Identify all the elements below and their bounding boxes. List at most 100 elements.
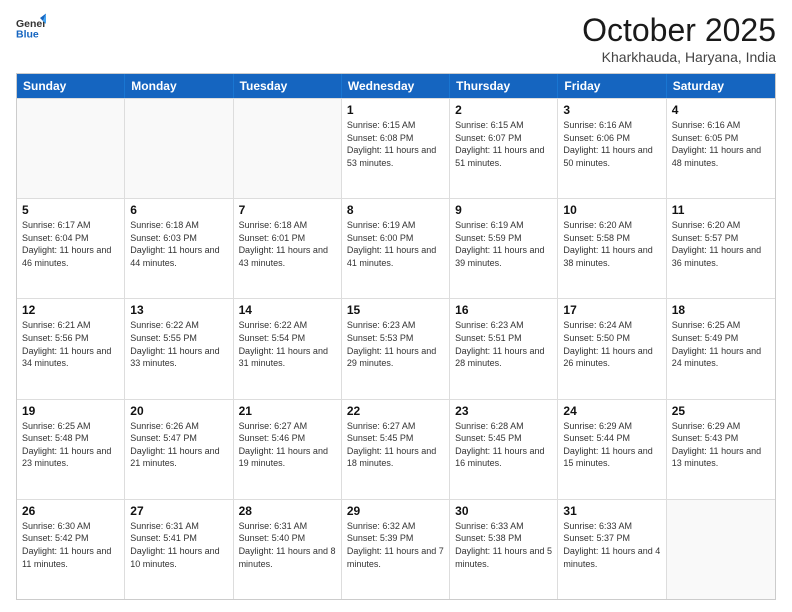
day-cell-9: 9 Sunrise: 6:19 AM Sunset: 5:59 PM Daylig… <box>450 199 558 298</box>
day-number: 21 <box>239 404 336 418</box>
day-cell-14: 14Sunrise: 6:22 AM Sunset: 5:54 PM Dayli… <box>234 299 342 398</box>
day-cell-18: 18 Sunrise: 6:25 AM Sunset: 5:49 PM Dayli… <box>667 299 775 398</box>
day-number: 13 <box>130 303 227 317</box>
empty-cell-0-1 <box>125 99 233 198</box>
day-cell-7: 7 Sunrise: 6:18 AM Sunset: 6:01 PM Daylig… <box>234 199 342 298</box>
day-cell-16: 16Sunrise: 6:23 AM Sunset: 5:51 PM Dayli… <box>450 299 558 398</box>
day-cell-5: 5Sunrise: 6:17 AM Sunset: 6:04 PM Daylig… <box>17 199 125 298</box>
day-info: Sunrise: 6:23 AM Sunset: 5:53 PM Dayligh… <box>347 319 444 369</box>
title-area: October 2025 Kharkhauda, Haryana, India <box>582 12 776 65</box>
day-number: 1 <box>347 103 444 117</box>
day-number: 16 <box>455 303 552 317</box>
day-cell-12: 12 Sunrise: 6:21 AM Sunset: 5:56 PM Dayli… <box>17 299 125 398</box>
weekday-friday: Friday <box>558 74 666 98</box>
day-info: Sunrise: 6:19 AM Sunset: 5:59 PM Dayligh… <box>455 219 552 269</box>
day-number: 15 <box>347 303 444 317</box>
day-info: Sunrise: 6:22 AM Sunset: 5:55 PM Dayligh… <box>130 319 227 369</box>
day-number: 3 <box>563 103 660 117</box>
day-number: 27 <box>130 504 227 518</box>
empty-cell-0-0 <box>17 99 125 198</box>
day-info: Sunrise: 6:29 AM Sunset: 5:44 PM Dayligh… <box>563 420 660 470</box>
week-row-2: 5Sunrise: 6:17 AM Sunset: 6:04 PM Daylig… <box>17 198 775 298</box>
header: General Blue October 2025 Kharkhauda, Ha… <box>16 12 776 65</box>
weekday-sunday: Sunday <box>17 74 125 98</box>
day-number: 18 <box>672 303 770 317</box>
weekday-thursday: Thursday <box>450 74 558 98</box>
day-cell-29: 29Sunrise: 6:32 AM Sunset: 5:39 PM Dayli… <box>342 500 450 599</box>
day-info: Sunrise: 6:28 AM Sunset: 5:45 PM Dayligh… <box>455 420 552 470</box>
week-row-1: 1 Sunrise: 6:15 AM Sunset: 6:08 PM Daylig… <box>17 98 775 198</box>
day-info: Sunrise: 6:30 AM Sunset: 5:42 PM Dayligh… <box>22 520 119 570</box>
day-number: 10 <box>563 203 660 217</box>
day-cell-30: 30 Sunrise: 6:33 AM Sunset: 5:38 PM Dayli… <box>450 500 558 599</box>
day-info: Sunrise: 6:16 AM Sunset: 6:05 PM Dayligh… <box>672 119 770 169</box>
week-row-5: 26 Sunrise: 6:30 AM Sunset: 5:42 PM Dayli… <box>17 499 775 599</box>
day-cell-22: 22 Sunrise: 6:27 AM Sunset: 5:45 PM Dayli… <box>342 400 450 499</box>
day-info: Sunrise: 6:16 AM Sunset: 6:06 PM Dayligh… <box>563 119 660 169</box>
day-cell-1: 1 Sunrise: 6:15 AM Sunset: 6:08 PM Daylig… <box>342 99 450 198</box>
day-number: 23 <box>455 404 552 418</box>
day-cell-27: 27 Sunrise: 6:31 AM Sunset: 5:41 PM Dayli… <box>125 500 233 599</box>
day-cell-31: 31 Sunrise: 6:33 AM Sunset: 5:37 PM Dayli… <box>558 500 666 599</box>
day-cell-26: 26 Sunrise: 6:30 AM Sunset: 5:42 PM Dayli… <box>17 500 125 599</box>
day-info: Sunrise: 6:18 AM Sunset: 6:01 PM Dayligh… <box>239 219 336 269</box>
day-cell-8: 8Sunrise: 6:19 AM Sunset: 6:00 PM Daylig… <box>342 199 450 298</box>
day-info: Sunrise: 6:33 AM Sunset: 5:37 PM Dayligh… <box>563 520 660 570</box>
day-info: Sunrise: 6:20 AM Sunset: 5:57 PM Dayligh… <box>672 219 770 269</box>
day-info: Sunrise: 6:25 AM Sunset: 5:48 PM Dayligh… <box>22 420 119 470</box>
day-number: 22 <box>347 404 444 418</box>
day-info: Sunrise: 6:21 AM Sunset: 5:56 PM Dayligh… <box>22 319 119 369</box>
weekday-saturday: Saturday <box>667 74 775 98</box>
calendar: Sunday Monday Tuesday Wednesday Thursday… <box>16 73 776 600</box>
svg-text:Blue: Blue <box>16 29 39 41</box>
day-cell-23: 23 Sunrise: 6:28 AM Sunset: 5:45 PM Dayli… <box>450 400 558 499</box>
day-cell-11: 11 Sunrise: 6:20 AM Sunset: 5:57 PM Dayli… <box>667 199 775 298</box>
empty-cell-0-2 <box>234 99 342 198</box>
day-number: 30 <box>455 504 552 518</box>
weekday-tuesday: Tuesday <box>234 74 342 98</box>
day-info: Sunrise: 6:33 AM Sunset: 5:38 PM Dayligh… <box>455 520 552 570</box>
day-number: 14 <box>239 303 336 317</box>
day-number: 28 <box>239 504 336 518</box>
day-info: Sunrise: 6:26 AM Sunset: 5:47 PM Dayligh… <box>130 420 227 470</box>
calendar-header: Sunday Monday Tuesday Wednesday Thursday… <box>17 74 775 98</box>
day-info: Sunrise: 6:29 AM Sunset: 5:43 PM Dayligh… <box>672 420 770 470</box>
day-cell-3: 3 Sunrise: 6:16 AM Sunset: 6:06 PM Daylig… <box>558 99 666 198</box>
day-number: 25 <box>672 404 770 418</box>
day-number: 26 <box>22 504 119 518</box>
day-number: 31 <box>563 504 660 518</box>
day-cell-19: 19 Sunrise: 6:25 AM Sunset: 5:48 PM Dayli… <box>17 400 125 499</box>
day-cell-15: 15 Sunrise: 6:23 AM Sunset: 5:53 PM Dayli… <box>342 299 450 398</box>
day-number: 5 <box>22 203 119 217</box>
day-number: 12 <box>22 303 119 317</box>
day-info: Sunrise: 6:18 AM Sunset: 6:03 PM Dayligh… <box>130 219 227 269</box>
day-cell-21: 21Sunrise: 6:27 AM Sunset: 5:46 PM Dayli… <box>234 400 342 499</box>
week-row-3: 12 Sunrise: 6:21 AM Sunset: 5:56 PM Dayli… <box>17 298 775 398</box>
day-info: Sunrise: 6:27 AM Sunset: 5:45 PM Dayligh… <box>347 420 444 470</box>
day-cell-28: 28 Sunrise: 6:31 AM Sunset: 5:40 PM Dayli… <box>234 500 342 599</box>
day-cell-24: 24 Sunrise: 6:29 AM Sunset: 5:44 PM Dayli… <box>558 400 666 499</box>
day-cell-10: 10Sunrise: 6:20 AM Sunset: 5:58 PM Dayli… <box>558 199 666 298</box>
day-number: 2 <box>455 103 552 117</box>
day-cell-2: 2 Sunrise: 6:15 AM Sunset: 6:07 PM Daylig… <box>450 99 558 198</box>
day-number: 19 <box>22 404 119 418</box>
day-number: 11 <box>672 203 770 217</box>
day-info: Sunrise: 6:25 AM Sunset: 5:49 PM Dayligh… <box>672 319 770 369</box>
month-title: October 2025 <box>582 12 776 49</box>
day-info: Sunrise: 6:15 AM Sunset: 6:07 PM Dayligh… <box>455 119 552 169</box>
day-number: 9 <box>455 203 552 217</box>
weekday-wednesday: Wednesday <box>342 74 450 98</box>
day-cell-25: 25 Sunrise: 6:29 AM Sunset: 5:43 PM Dayli… <box>667 400 775 499</box>
page: General Blue October 2025 Kharkhauda, Ha… <box>0 0 792 612</box>
day-cell-17: 17Sunrise: 6:24 AM Sunset: 5:50 PM Dayli… <box>558 299 666 398</box>
day-info: Sunrise: 6:15 AM Sunset: 6:08 PM Dayligh… <box>347 119 444 169</box>
day-info: Sunrise: 6:31 AM Sunset: 5:41 PM Dayligh… <box>130 520 227 570</box>
day-info: Sunrise: 6:31 AM Sunset: 5:40 PM Dayligh… <box>239 520 336 570</box>
day-cell-4: 4Sunrise: 6:16 AM Sunset: 6:05 PM Daylig… <box>667 99 775 198</box>
day-cell-20: 20 Sunrise: 6:26 AM Sunset: 5:47 PM Dayli… <box>125 400 233 499</box>
day-number: 20 <box>130 404 227 418</box>
day-number: 24 <box>563 404 660 418</box>
logo-icon: General Blue <box>16 12 46 42</box>
day-number: 7 <box>239 203 336 217</box>
logo: General Blue <box>16 12 46 42</box>
